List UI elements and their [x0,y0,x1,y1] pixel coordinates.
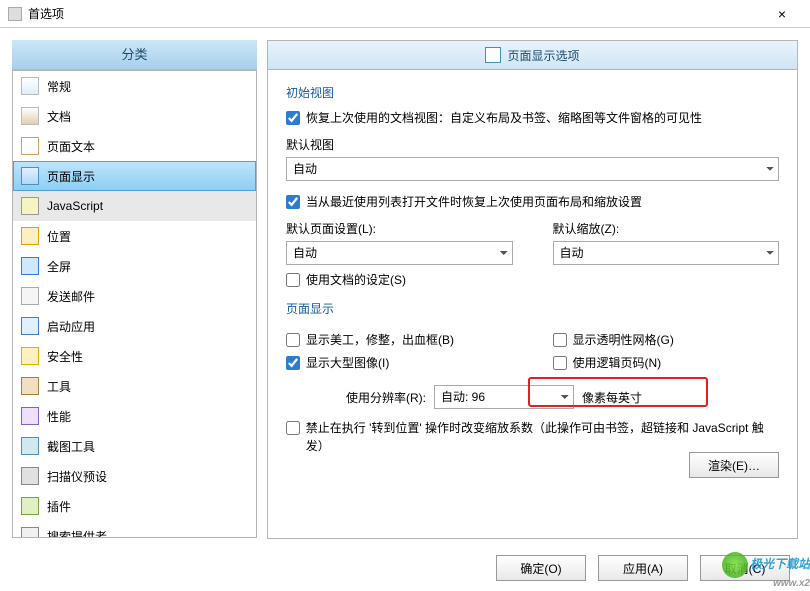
sidebar: 分类 常规 文档 页面文本 页面显示 JavaScript 位置 全屏 发送邮件… [12,40,257,540]
performance-icon [21,407,39,425]
forbid-zoom-label: 禁止在执行 '转到位置' 操作时改变缩放系数（此操作可由书签，超链接和 Java… [306,419,779,455]
window-title: 首选项 [28,5,762,22]
tool-icon [21,377,39,395]
plugin-icon [21,497,39,515]
default-view-select[interactable]: 自动 [286,157,779,181]
text-icon [21,137,39,155]
camera-icon [21,437,39,455]
transparency-grid-label: 显示透明性网格(G) [573,331,674,348]
restore-view-checkbox[interactable] [286,111,300,125]
sidebar-item-label: 搜索提供者 [47,528,107,539]
restore-layout-checkbox[interactable] [286,195,300,209]
sidebar-item-general[interactable]: 常规 [13,71,256,101]
sidebar-item-snapshot[interactable]: 截图工具 [13,431,256,461]
default-layout-label: 默认页面设置(L): [286,220,513,237]
javascript-icon [21,197,39,215]
sidebar-item-location[interactable]: 位置 [13,221,256,251]
sidebar-item-page-display[interactable]: 页面显示 [13,161,256,191]
dialog-footer: 确定(O) 应用(A) 取消(C) [496,555,790,581]
art-trim-label: 显示美工，修整，出血框(B) [306,331,454,348]
resolution-select[interactable]: 自动: 96 [434,385,574,409]
resolution-label: 使用分辨率(R): [346,389,426,406]
app-icon [8,7,22,21]
resolution-unit: 像素每英寸 [582,389,642,406]
sidebar-item-label: 发送邮件 [47,288,95,305]
initial-view-section: 初始视图 恢复上次使用的文档视图：自定义布局及书签、缩略图等文件窗格的可见性 默… [286,84,779,288]
sidebar-item-label: JavaScript [47,199,103,213]
forbid-zoom-checkbox[interactable] [286,421,300,435]
shield-icon [21,347,39,365]
large-images-checkbox[interactable] [286,356,300,370]
page-display-icon [21,167,39,185]
sidebar-item-label: 性能 [47,408,71,425]
restore-layout-label: 当从最近使用列表打开文件时恢复上次使用页面布局和缩放设置 [306,193,642,210]
sidebar-item-performance[interactable]: 性能 [13,401,256,431]
default-view-label: 默认视图 [286,136,779,153]
default-zoom-label: 默认缩放(Z): [553,220,780,237]
sidebar-item-launch-app[interactable]: 启动应用 [13,311,256,341]
sidebar-item-label: 扫描仪预设 [47,468,107,485]
sidebar-item-tools[interactable]: 工具 [13,371,256,401]
search-icon [21,527,39,538]
default-zoom-select[interactable]: 自动 [553,241,780,265]
close-button[interactable]: × [762,6,802,22]
sidebar-item-label: 页面文本 [47,138,95,155]
large-images-label: 显示大型图像(I) [306,354,389,371]
section-title: 页面显示 [286,300,779,317]
restore-view-label: 恢复上次使用的文档视图：自定义布局及书签、缩略图等文件窗格的可见性 [306,109,702,126]
sidebar-list[interactable]: 常规 文档 页面文本 页面显示 JavaScript 位置 全屏 发送邮件 启动… [12,70,257,538]
sidebar-item-plugins[interactable]: 插件 [13,491,256,521]
main-header-title: 页面显示选项 [507,47,579,64]
launch-icon [21,317,39,335]
section-title: 初始视图 [286,84,779,101]
titlebar: 首选项 × [0,0,810,28]
sidebar-item-label: 截图工具 [47,438,95,455]
art-trim-checkbox[interactable] [286,333,300,347]
sidebar-item-label: 全屏 [47,258,71,275]
general-icon [21,77,39,95]
transparency-grid-checkbox[interactable] [553,333,567,347]
sidebar-item-label: 文档 [47,108,71,125]
sidebar-item-fullscreen[interactable]: 全屏 [13,251,256,281]
document-icon [21,107,39,125]
sidebar-header: 分类 [12,40,257,70]
apply-button[interactable]: 应用(A) [598,555,688,581]
sidebar-item-label: 页面显示 [47,168,95,185]
sidebar-item-javascript[interactable]: JavaScript [13,191,256,221]
sidebar-item-scanner[interactable]: 扫描仪预设 [13,461,256,491]
sidebar-item-label: 位置 [47,228,71,245]
sidebar-item-label: 工具 [47,378,71,395]
default-layout-select[interactable]: 自动 [286,241,513,265]
fullscreen-icon [21,257,39,275]
use-doc-settings-label: 使用文档的设定(S) [306,271,406,288]
sidebar-item-search-providers[interactable]: 搜索提供者 [13,521,256,538]
sidebar-item-label: 启动应用 [47,318,95,335]
location-icon [21,227,39,245]
use-doc-settings-checkbox[interactable] [286,273,300,287]
logical-pages-checkbox[interactable] [553,356,567,370]
scanner-icon [21,467,39,485]
mail-icon [21,287,39,305]
sidebar-item-security[interactable]: 安全性 [13,341,256,371]
ok-button[interactable]: 确定(O) [496,555,586,581]
page-display-header-icon [485,47,501,63]
main-panel: 页面显示选项 初始视图 恢复上次使用的文档视图：自定义布局及书签、缩略图等文件窗… [267,40,798,540]
render-button[interactable]: 渲染(E)… [689,452,779,478]
sidebar-item-document[interactable]: 文档 [13,101,256,131]
cancel-button[interactable]: 取消(C) [700,555,790,581]
sidebar-item-send-mail[interactable]: 发送邮件 [13,281,256,311]
logical-pages-label: 使用逻辑页码(N) [573,354,662,371]
sidebar-item-label: 安全性 [47,348,83,365]
main-header: 页面显示选项 [267,40,798,70]
sidebar-item-label: 插件 [47,498,71,515]
sidebar-item-page-text[interactable]: 页面文本 [13,131,256,161]
page-display-section: 页面显示 显示美工，修整，出血框(B) 显示大型图像(I) 显示透明性网格(G)… [286,300,779,455]
sidebar-item-label: 常规 [47,78,71,95]
